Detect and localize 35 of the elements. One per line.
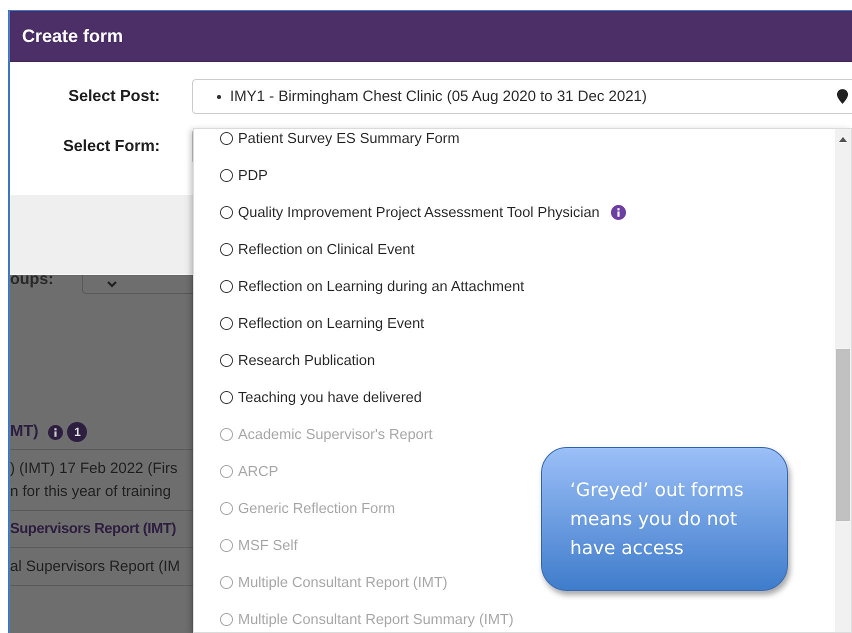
post-select[interactable]: IMY1 - Birmingham Chest Clinic (05 Aug 2020 to 31 Dec 2021) bbox=[192, 79, 852, 114]
form-option[interactable]: PDP bbox=[220, 157, 268, 194]
info-icon bbox=[48, 424, 64, 440]
report-text: n for this year of training bbox=[10, 483, 171, 500]
pin-icon bbox=[837, 89, 848, 104]
report-text: al Supervisors Report (IM bbox=[10, 558, 180, 575]
radio-button[interactable] bbox=[220, 243, 233, 256]
form-option[interactable]: Research Publication bbox=[220, 342, 376, 379]
form-option[interactable]: Teaching you have delivered bbox=[220, 379, 422, 416]
section-heading: MT) bbox=[10, 423, 38, 441]
form-option[interactable]: Reflection on Learning during an Attachment bbox=[220, 268, 524, 305]
scrollbar-thumb[interactable] bbox=[836, 349, 850, 521]
radio-button[interactable] bbox=[220, 132, 233, 145]
radio-button[interactable] bbox=[220, 317, 233, 330]
form-option[interactable]: Quality Improvement Project Assessment Tool Physician bbox=[220, 194, 626, 231]
radio-button[interactable] bbox=[220, 354, 233, 367]
radio-button[interactable] bbox=[220, 280, 233, 293]
field-label: Select Form: bbox=[62, 138, 160, 156]
radio-button[interactable] bbox=[220, 391, 233, 404]
form-option[interactable]: Patient Survey ES Summary Form bbox=[220, 129, 460, 157]
form-option[interactable]: Reflection on Learning Event bbox=[220, 305, 424, 342]
scrollbar[interactable] bbox=[835, 129, 851, 632]
scroll-up-icon[interactable] bbox=[839, 137, 847, 142]
count-badge: 1 bbox=[67, 422, 88, 442]
report-text: ) (IMT) 17 Feb 2022 (Firs bbox=[10, 460, 178, 477]
info-icon[interactable] bbox=[610, 205, 626, 220]
radio-button[interactable] bbox=[220, 206, 233, 219]
groups-label: oups: bbox=[10, 271, 54, 289]
dialog-title: Create form bbox=[22, 26, 124, 47]
form-option[interactable]: Reflection on Clinical Event bbox=[220, 231, 415, 268]
chevron-icon bbox=[106, 281, 117, 288]
bullet-icon bbox=[217, 94, 221, 98]
field-label: Select Post: bbox=[67, 88, 160, 106]
radio-button[interactable] bbox=[220, 169, 233, 182]
callout-box: ‘Greyed’ out forms means you do not have access bbox=[541, 447, 788, 591]
